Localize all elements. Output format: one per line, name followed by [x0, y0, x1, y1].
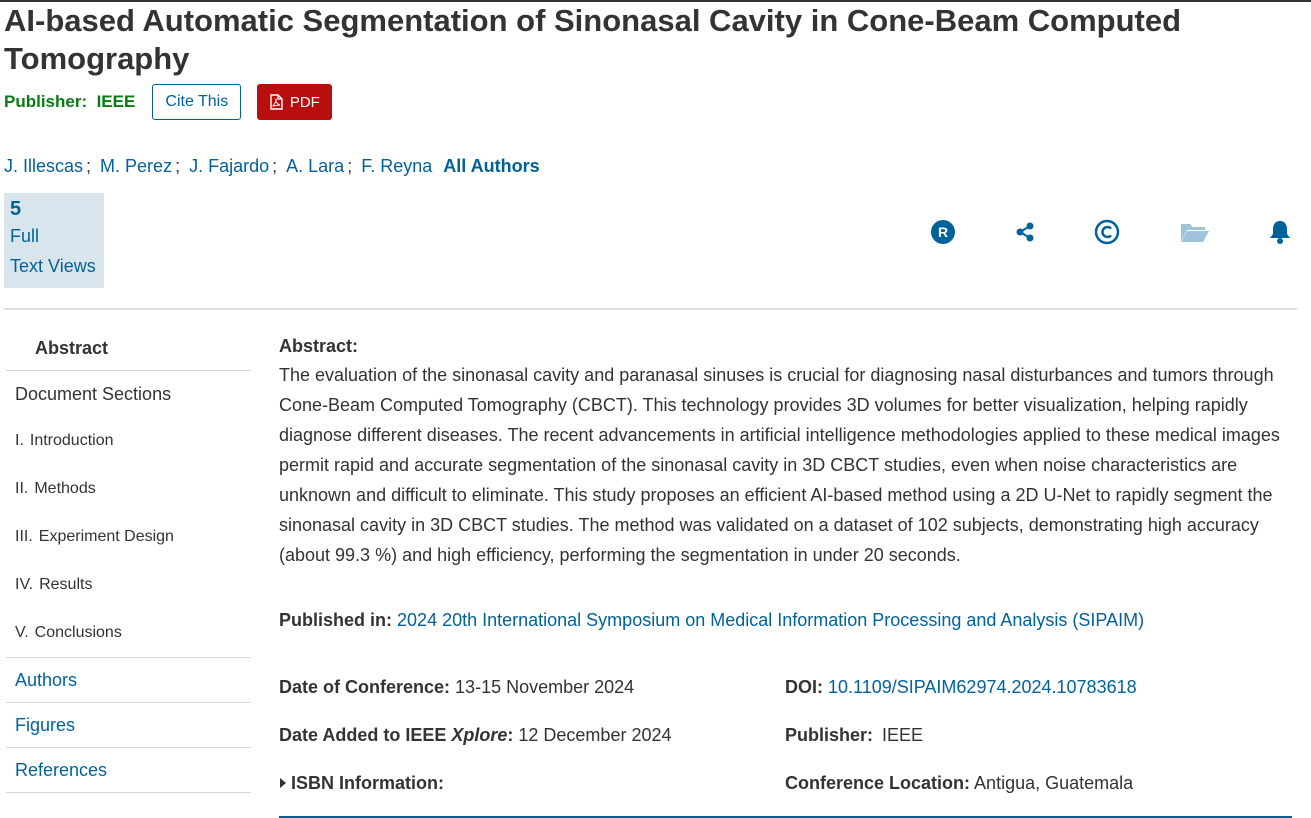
- nav-section-introduction[interactable]: I. Introduction: [6, 417, 251, 465]
- nav-section-conclusions[interactable]: V. Conclusions: [6, 609, 251, 657]
- nav-document-sections: Document Sections: [15, 384, 172, 404]
- author-link[interactable]: A. Lara: [286, 156, 344, 177]
- author-link[interactable]: J. Fajardo: [189, 156, 269, 177]
- conference-location: Conference Location: Antigua, Guatemala: [785, 773, 1133, 794]
- pdf-file-icon: [270, 94, 283, 110]
- page-title: AI-based Automatic Segmentation of Sinon…: [4, 3, 1182, 76]
- nav-section-experiment-design[interactable]: III. Experiment Design: [6, 513, 251, 561]
- bell-icon[interactable]: [1266, 218, 1294, 246]
- nav-authors[interactable]: Authors: [6, 657, 251, 702]
- share-icon[interactable]: [1011, 218, 1039, 246]
- published-in-link[interactable]: 2024 20th International Symposium on Med…: [397, 610, 1144, 630]
- abstract-heading: Abstract:: [279, 336, 359, 356]
- date-added-value: 12 December 2024: [518, 725, 672, 745]
- nav-figures[interactable]: Figures: [6, 702, 251, 747]
- date-added-label: Date Added to IEEE Xplore:: [279, 725, 514, 745]
- author-link[interactable]: J. Illescas: [4, 156, 83, 177]
- section-label: Methods: [34, 480, 96, 497]
- author-separator: ;: [86, 156, 92, 176]
- section-number: III.: [15, 528, 33, 545]
- nav-section-methods[interactable]: II. Methods: [6, 465, 251, 513]
- author-separator: ;: [272, 156, 278, 176]
- section-number: V.: [15, 624, 29, 641]
- publisher-detail: Publisher: IEEE: [785, 725, 923, 746]
- location-label: Conference Location:: [785, 773, 971, 793]
- rights-icon[interactable]: R: [929, 218, 957, 246]
- caret-right-icon: [280, 778, 286, 788]
- publisher-row: Publisher: IEEE Cite This PDF: [4, 84, 333, 120]
- isbn-label: ISBN Information:: [291, 773, 444, 793]
- section-number: IV.: [15, 576, 34, 593]
- copyright-icon[interactable]: [1093, 218, 1121, 246]
- section-label: Experiment Design: [38, 528, 174, 545]
- folder-icon[interactable]: [1180, 218, 1210, 246]
- publisher-detail-value: IEEE: [882, 725, 924, 745]
- section-label: Conclusions: [34, 624, 122, 641]
- views-label-line1: Full: [10, 226, 40, 246]
- author-link[interactable]: F. Reyna: [361, 156, 432, 177]
- date-conf-label: Date of Conference:: [279, 677, 451, 697]
- pdf-button[interactable]: PDF: [257, 84, 333, 120]
- author-separator: ;: [175, 156, 181, 176]
- section-label: Introduction: [29, 432, 114, 449]
- document-sidebar: Abstract Document Sections I. Introductio…: [6, 326, 251, 793]
- nav-section-results[interactable]: IV. Results: [6, 561, 251, 609]
- publisher-detail-label: Publisher:: [785, 725, 874, 745]
- section-label: Results: [39, 576, 93, 593]
- author-list: J. Illescas; M. Perez; J. Fajardo; A. La…: [4, 156, 540, 177]
- cite-this-button[interactable]: Cite This: [152, 84, 242, 120]
- nav-references[interactable]: References: [6, 747, 251, 793]
- publisher-label: Publisher: IEEE: [4, 92, 136, 111]
- published-in-label: Published in:: [279, 610, 393, 630]
- all-authors-link[interactable]: All Authors: [443, 156, 539, 177]
- doi: DOI: 10.1109/SIPAIM62974.2024.10783618: [785, 677, 1137, 698]
- doi-label: DOI:: [785, 677, 823, 697]
- abstract-text: The evaluation of the sinonasal cavity a…: [279, 365, 1280, 565]
- section-number: I.: [15, 432, 24, 449]
- svg-text:R: R: [938, 224, 948, 240]
- date-conf-value: 13-15 November 2024: [455, 677, 635, 697]
- published-in: Published in: 2024 20th International Sy…: [279, 610, 1144, 631]
- pdf-label: PDF: [289, 93, 320, 111]
- header-divider: [4, 308, 1297, 310]
- author-link[interactable]: M. Perez: [100, 156, 172, 177]
- full-text-views-metric[interactable]: 5 Full Text Views: [4, 193, 104, 288]
- nav-abstract[interactable]: Abstract: [6, 326, 251, 371]
- isbn-toggle[interactable]: ISBN Information:: [280, 773, 444, 794]
- location-value: Antigua, Guatemala: [974, 773, 1134, 793]
- author-separator: ;: [347, 156, 353, 176]
- doi-link[interactable]: 10.1109/SIPAIM62974.2024.10783618: [828, 677, 1137, 697]
- views-label-line2: Text Views: [10, 256, 96, 276]
- section-number: II.: [15, 480, 29, 497]
- date-of-conference: Date of Conference: 13-15 November 2024: [279, 677, 634, 698]
- date-added: Date Added to IEEE Xplore: 12 December 2…: [279, 725, 672, 746]
- views-count: 5: [10, 198, 22, 220]
